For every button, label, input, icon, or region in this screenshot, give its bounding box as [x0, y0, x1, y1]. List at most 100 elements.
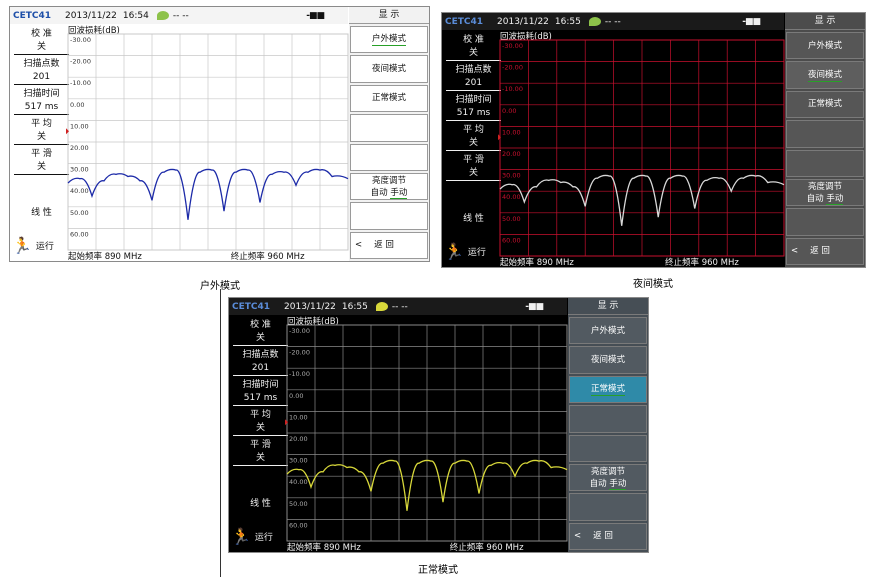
signal-icon [375, 302, 388, 311]
y-tick-label: 60.00 [70, 230, 89, 238]
screen: CETC41 2013/11/22 16:55 -- -- -■■ 校 准关扫描点数 201… [441, 12, 866, 268]
panel-normal: CETC41 2013/11/22 16:55 -- -- -■■ 校 准关扫描点数 201… [228, 297, 649, 553]
param-value: 517 ms [24, 102, 59, 112]
param-name: 扫描点数 [455, 65, 492, 75]
softkey-normal[interactable]: 正常模式 [786, 90, 864, 119]
battery-icon: -■■ [742, 17, 761, 27]
time-label: 16:55 [341, 301, 368, 312]
run-status[interactable]: 🏃 运行 [231, 527, 273, 546]
param-value: 201 [464, 78, 483, 88]
brand-label: CETC41 [13, 10, 52, 21]
param-sidebar: 校 准关扫描点数 201 扫描时间 517 ms 平 均关平 滑关线 性 🏃 运行 [229, 315, 292, 552]
y-tick-label: -10.00 [70, 79, 91, 87]
y-tick-label: -20.00 [289, 349, 310, 357]
param-sweep-time[interactable]: 扫描时间 517 ms [233, 379, 288, 406]
scale-label[interactable]: 线 性 [446, 213, 501, 226]
param-average[interactable]: 平 均关 [446, 124, 501, 151]
softkey-menu: 显 示户外模式夜间模式正常模式亮度调节 自动 手动 < 返 回 [349, 7, 429, 261]
y-tick-label: 30.00 [289, 457, 308, 465]
brightness-manual[interactable]: 手动 [826, 193, 844, 205]
param-value: 关 [255, 453, 265, 463]
empty-softkey [786, 149, 864, 177]
scale-label[interactable]: 线 性 [233, 498, 288, 511]
softkey-normal[interactable]: 正常模式 [350, 84, 428, 113]
softkey-label: 正常模式 [371, 93, 406, 104]
y-tick-label: 30.00 [502, 172, 521, 180]
softkey-normal[interactable]: 正常模式 [569, 375, 647, 404]
param-calibration[interactable]: 校 准关 [233, 319, 288, 346]
param-calibration[interactable]: 校 准关 [14, 28, 69, 55]
brightness-options: 自动 手动 [371, 187, 408, 199]
softkey-back[interactable]: < 返 回 [786, 237, 864, 265]
param-smooth[interactable]: 平 滑关 [14, 148, 69, 175]
brightness-auto[interactable]: 自动 [371, 188, 388, 198]
softkey-back[interactable]: < 返 回 [569, 522, 647, 550]
brand-label: CETC41 [232, 301, 271, 312]
param-smooth[interactable]: 平 滑关 [446, 154, 501, 181]
y-tick-label: 20.00 [502, 150, 521, 158]
empty-softkey [350, 202, 428, 230]
softkey-outdoor[interactable]: 户外模式 [569, 317, 647, 345]
param-name: 扫描时间 [455, 95, 492, 105]
status-bar: CETC41 2013/11/22 16:54 -- -- -■■ [10, 7, 348, 24]
back-arrow-icon: < [574, 531, 582, 542]
empty-softkey [569, 493, 647, 521]
param-sweep-points[interactable]: 扫描点数 201 [233, 349, 288, 376]
brightness-manual[interactable]: 手动 [390, 187, 408, 199]
back-label: 返 回 [374, 240, 394, 251]
softkey-back[interactable]: < 返 回 [350, 231, 428, 259]
run-status[interactable]: 🏃 运行 [12, 236, 54, 255]
softkey-label: 夜间模式 [371, 64, 406, 75]
scale-label[interactable]: 线 性 [14, 207, 69, 220]
param-sweep-time[interactable]: 扫描时间 517 ms [14, 88, 69, 115]
run-label: 运行 [467, 248, 486, 258]
plot-area: 回波损耗(dB) -30.00 -20.00 -10.00 0.00 10.00 20.00… [285, 315, 569, 554]
softkey-menu: 显 示户外模式 夜间模式 正常模式 亮度调节 自动 手动 < 返 回 [568, 298, 648, 552]
softkey-label: 户外模式 [371, 34, 406, 47]
softkey-night[interactable]: 夜间模式 [786, 61, 864, 89]
param-name: 平 均 [463, 125, 484, 135]
menu-header: 显 示 [349, 7, 429, 24]
param-value: 201 [251, 363, 270, 373]
param-value: 关 [36, 42, 46, 52]
y-tick-label: 40.00 [502, 193, 521, 201]
start-frequency: 起始频率 890 MHz [287, 543, 361, 553]
param-value: 关 [36, 132, 46, 142]
param-calibration[interactable]: 校 准关 [446, 34, 501, 61]
softkey-outdoor[interactable]: 户外模式 [786, 32, 864, 60]
signal-icon [156, 11, 169, 20]
panel-caption: 正常模式 [418, 565, 458, 576]
stop-frequency: 终止频率 960 MHz [230, 252, 305, 262]
param-sidebar: 校 准关扫描点数 201 扫描时间 517 ms 平 均关平 滑关线 性 🏃 运行 [442, 30, 505, 267]
y-tick-label: 0.00 [70, 101, 84, 109]
param-average[interactable]: 平 均关 [14, 118, 69, 145]
back-label: 返 回 [810, 246, 830, 257]
param-average[interactable]: 平 均关 [233, 409, 288, 436]
softkey-outdoor[interactable]: 户外模式 [350, 26, 428, 54]
status-dashes: -- -- [391, 301, 408, 312]
param-sweep-points[interactable]: 扫描点数 201 [14, 58, 69, 85]
softkey-night[interactable]: 夜间模式 [569, 346, 647, 374]
y-tick-label: 10.00 [289, 413, 308, 421]
param-name: 扫描点数 [242, 350, 279, 360]
softkey-menu: 显 示户外模式 夜间模式 正常模式 亮度调节 自动 手动 < 返 回 [785, 13, 865, 267]
run-status[interactable]: 🏃 运行 [444, 242, 486, 261]
battery-icon: -■■ [306, 11, 325, 21]
softkey-label: 夜间模式 [807, 69, 842, 82]
softkey-brightness[interactable]: 亮度调节 自动 手动 [569, 463, 647, 492]
brightness-auto[interactable]: 自动 [807, 194, 824, 204]
param-sweep-time[interactable]: 扫描时间 517 ms [446, 94, 501, 121]
screen: CETC41 2013/11/22 16:54 -- -- -■■ 校 准关扫描点数 201… [9, 6, 430, 262]
softkey-night[interactable]: 夜间模式 [350, 55, 428, 83]
divider-line [220, 289, 221, 577]
param-sweep-points[interactable]: 扫描点数 201 [446, 64, 501, 91]
y-tick-label: 30.00 [70, 166, 89, 174]
softkey-brightness[interactable]: 亮度调节 自动 手动 [786, 178, 864, 207]
param-value: 201 [32, 72, 51, 82]
brightness-manual[interactable]: 手动 [609, 478, 627, 490]
param-name: 平 滑 [31, 149, 52, 159]
softkey-brightness[interactable]: 亮度调节 自动 手动 [350, 172, 428, 201]
brightness-auto[interactable]: 自动 [590, 479, 607, 489]
param-smooth[interactable]: 平 滑关 [233, 439, 288, 466]
empty-softkey [569, 434, 647, 462]
